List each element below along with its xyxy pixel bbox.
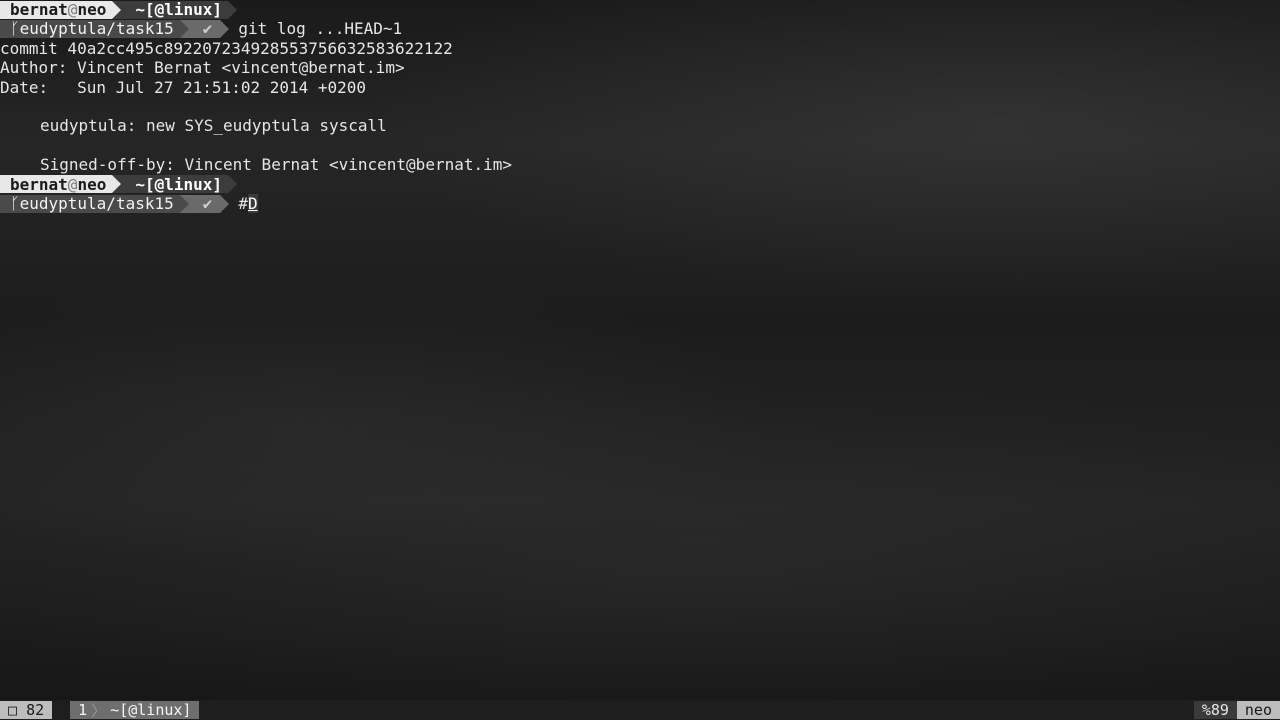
prompt-line-user: bernat @ neo ~[@linux] xyxy=(0,0,1280,19)
prompt-user: bernat xyxy=(10,174,68,194)
prompt-directory: ~[@linux] xyxy=(121,175,229,194)
chevron-right-icon: 〉 xyxy=(91,701,107,720)
command-input[interactable]: D xyxy=(248,193,258,214)
branch-icon: ᚴ xyxy=(10,193,20,213)
prompt-line-branch: ᚴ eudyptula/task15 ✔ # D xyxy=(0,193,1280,214)
tmux-status-bar: □ 82 1 〉 ~[@linux] %89 neo xyxy=(0,700,1280,720)
status-host: neo xyxy=(1236,701,1280,719)
powerline-separator xyxy=(179,194,189,213)
window-count-badge: □ 82 xyxy=(0,701,53,719)
prompt-user-host: bernat @ neo xyxy=(0,174,113,194)
window-count: 82 xyxy=(26,701,45,719)
prompt-at: @ xyxy=(67,174,78,194)
prompt-hash: # xyxy=(238,193,249,213)
log-subject: eudyptula: new SYS_eudyptula syscall xyxy=(40,116,387,136)
prompt-branch-segment: ᚴ eudyptula/task15 xyxy=(0,19,180,39)
log-author: Author: Vincent Bernat <vincent@bernat.i… xyxy=(0,58,405,78)
powerline-separator xyxy=(228,0,238,19)
typed-command: git log ...HEAD~1 xyxy=(238,19,403,39)
check-icon: ✔ xyxy=(188,194,221,213)
prompt-host: neo xyxy=(77,0,107,19)
prompt-user: bernat xyxy=(10,0,68,19)
log-date: Date: Sun Jul 27 21:51:02 2014 +0200 xyxy=(0,77,367,97)
powerline-separator xyxy=(220,194,230,213)
prompt-user-host: bernat @ neo xyxy=(0,0,113,19)
window-name: ~[@linux] xyxy=(110,701,192,719)
prompt-at: @ xyxy=(67,0,78,19)
powerline-separator xyxy=(112,0,122,19)
status-left: □ 82 1 〉 ~[@linux] xyxy=(0,700,200,720)
prompt-branch: eudyptula/task15 xyxy=(19,193,174,213)
status-percent: %89 xyxy=(1193,701,1237,719)
log-commit: commit 40a2cc495c89220723492855375663258… xyxy=(0,38,453,58)
window-icon: □ xyxy=(8,701,18,719)
prompt-line-user: bernat @ neo ~[@linux] xyxy=(0,175,1280,194)
status-right: %89 neo xyxy=(1193,700,1280,720)
prompt-directory: ~[@linux] xyxy=(121,0,229,19)
prompt-host: neo xyxy=(77,174,107,194)
powerline-separator xyxy=(112,175,122,194)
window-tab-1[interactable]: 1 〉 ~[@linux] xyxy=(70,701,200,720)
powerline-separator xyxy=(220,20,230,39)
branch-icon: ᚴ xyxy=(10,19,20,39)
check-icon: ✔ xyxy=(188,19,221,38)
window-index: 1 xyxy=(78,701,88,719)
prompt-line-branch: ᚴ eudyptula/task15 ✔ git log ...HEAD~1 xyxy=(0,19,1280,38)
prompt-branch: eudyptula/task15 xyxy=(19,19,174,39)
powerline-separator xyxy=(228,175,238,194)
terminal-window[interactable]: bernat @ neo ~[@linux] ᚴ eudyptula/task15 ✔ g… xyxy=(0,0,1280,720)
prompt-branch-segment: ᚴ eudyptula/task15 xyxy=(0,193,180,213)
terminal-output[interactable]: bernat @ neo ~[@linux] ᚴ eudyptula/task15 ✔ g… xyxy=(0,0,1280,214)
powerline-separator xyxy=(179,20,189,39)
log-signoff: Signed-off-by: Vincent Bernat <vincent@b… xyxy=(40,155,513,175)
